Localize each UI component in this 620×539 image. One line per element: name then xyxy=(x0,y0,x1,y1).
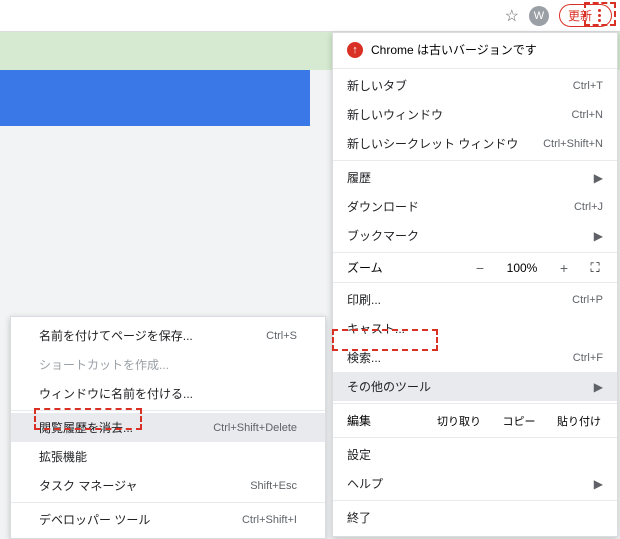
sub-task-manager[interactable]: タスク マネージャ Shift+Esc xyxy=(11,471,325,500)
label: 設定 xyxy=(347,446,371,463)
chevron-right-icon: ▶ xyxy=(594,171,603,185)
update-status-row[interactable]: ↑ Chrome は古いバージョンです xyxy=(333,33,617,66)
label: 検索... xyxy=(347,349,381,366)
profile-avatar[interactable]: W xyxy=(529,6,549,26)
separator xyxy=(11,502,325,503)
update-alert-icon: ↑ xyxy=(347,42,363,58)
label: 新しいウィンドウ xyxy=(347,106,443,123)
copy-button[interactable]: コピー xyxy=(489,413,549,429)
menu-help[interactable]: ヘルプ ▶ xyxy=(333,469,617,498)
zoom-in-button[interactable]: + xyxy=(547,260,581,276)
shortcut: Ctrl+Shift+I xyxy=(242,514,297,526)
sub-save-page[interactable]: 名前を付けてページを保存... Ctrl+S xyxy=(11,321,325,350)
menu-zoom: ズーム − 100% + ⛶ xyxy=(333,255,617,280)
chevron-right-icon: ▶ xyxy=(594,477,603,491)
separator xyxy=(333,282,617,283)
highlight-menu-button xyxy=(584,2,616,26)
shortcut: Ctrl+Shift+Delete xyxy=(213,422,297,434)
menu-history[interactable]: 履歴 ▶ xyxy=(333,163,617,192)
highlight-clear-browsing xyxy=(34,408,142,430)
chevron-right-icon: ▶ xyxy=(594,229,603,243)
shortcut: Ctrl+S xyxy=(266,330,297,342)
cut-button[interactable]: 切り取り xyxy=(429,413,489,429)
shortcut: Ctrl+N xyxy=(572,109,603,121)
shortcut: Shift+Esc xyxy=(250,480,297,492)
label: デベロッパー ツール xyxy=(39,511,150,528)
sub-extensions[interactable]: 拡張機能 xyxy=(11,442,325,471)
label: その他のツール xyxy=(347,378,431,395)
label: 編集 xyxy=(347,412,429,429)
chrome-menu: ↑ Chrome は古いバージョンです 新しいタブ Ctrl+T 新しいウィンド… xyxy=(332,32,618,537)
label: ヘルプ xyxy=(347,475,383,492)
menu-new-incognito[interactable]: 新しいシークレット ウィンドウ Ctrl+Shift+N xyxy=(333,129,617,158)
sub-name-window[interactable]: ウィンドウに名前を付ける... xyxy=(11,379,325,408)
shortcut: Ctrl+F xyxy=(573,352,603,364)
shortcut: Ctrl+J xyxy=(574,201,603,213)
menu-bookmarks[interactable]: ブックマーク ▶ xyxy=(333,221,617,250)
status-text: Chrome は古いバージョンです xyxy=(371,41,537,58)
shortcut: Ctrl+P xyxy=(572,294,603,306)
label: ショートカットを作成... xyxy=(39,356,169,373)
menu-exit[interactable]: 終了 xyxy=(333,503,617,532)
label: 新しいタブ xyxy=(347,77,407,94)
zoom-value: 100% xyxy=(497,261,547,275)
separator xyxy=(333,160,617,161)
zoom-out-button[interactable]: − xyxy=(463,260,497,276)
paste-button[interactable]: 貼り付け xyxy=(549,413,609,429)
menu-more-tools[interactable]: その他のツール ▶ xyxy=(333,372,617,401)
highlight-more-tools xyxy=(332,329,438,351)
sub-dev-tools[interactable]: デベロッパー ツール Ctrl+Shift+I xyxy=(11,505,325,534)
shortcut: Ctrl+Shift+N xyxy=(543,138,603,150)
menu-new-tab[interactable]: 新しいタブ Ctrl+T xyxy=(333,71,617,100)
shortcut: Ctrl+T xyxy=(573,80,603,92)
label: 印刷... xyxy=(347,291,381,308)
menu-edit-row: 編集 切り取り コピー 貼り付け xyxy=(333,406,617,435)
label: 名前を付けてページを保存... xyxy=(39,327,193,344)
sub-create-shortcut[interactable]: ショートカットを作成... xyxy=(11,350,325,379)
star-icon[interactable]: ☆ xyxy=(505,6,519,26)
label: タスク マネージャ xyxy=(39,477,138,494)
separator xyxy=(333,252,617,253)
chevron-right-icon: ▶ xyxy=(594,380,603,394)
toolbar: ☆ W 更新 xyxy=(0,0,620,32)
label: ダウンロード xyxy=(347,198,419,215)
label: ズーム xyxy=(347,259,463,276)
fullscreen-icon[interactable]: ⛶ xyxy=(581,260,609,276)
menu-new-window[interactable]: 新しいウィンドウ Ctrl+N xyxy=(333,100,617,129)
separator xyxy=(333,68,617,69)
menu-settings[interactable]: 設定 xyxy=(333,440,617,469)
separator xyxy=(333,500,617,501)
label: 拡張機能 xyxy=(39,448,87,465)
page-header-bg xyxy=(0,70,310,126)
label: ウィンドウに名前を付ける... xyxy=(39,385,193,402)
separator xyxy=(333,437,617,438)
label: 新しいシークレット ウィンドウ xyxy=(347,135,518,152)
menu-print[interactable]: 印刷... Ctrl+P xyxy=(333,285,617,314)
menu-downloads[interactable]: ダウンロード Ctrl+J xyxy=(333,192,617,221)
separator xyxy=(333,403,617,404)
label: 終了 xyxy=(347,509,371,526)
label: 履歴 xyxy=(347,169,371,186)
avatar-letter: W xyxy=(534,10,544,22)
label: ブックマーク xyxy=(347,227,419,244)
